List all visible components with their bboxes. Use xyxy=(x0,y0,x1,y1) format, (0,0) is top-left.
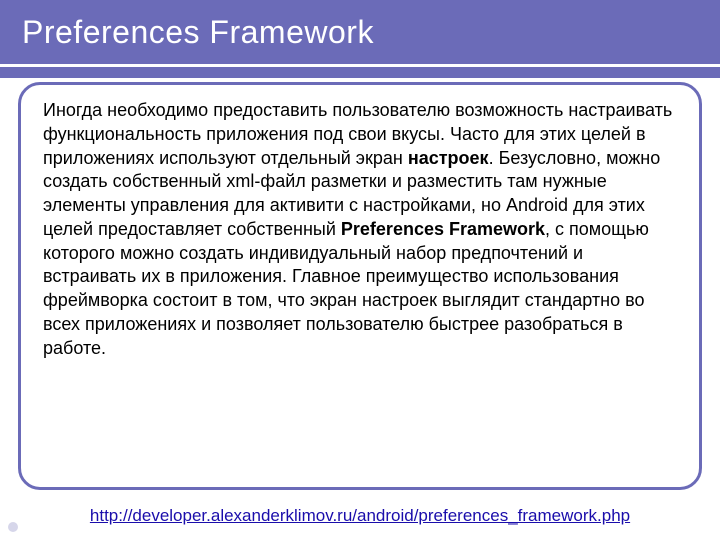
header-rule xyxy=(0,64,720,67)
corner-dot-icon xyxy=(8,522,18,532)
content-box: Иногда необходимо предоставить пользоват… xyxy=(18,82,702,490)
body-paragraph: Иногда необходимо предоставить пользоват… xyxy=(43,99,677,360)
footer-link-wrap: http://developer.alexanderklimov.ru/andr… xyxy=(0,506,720,526)
body-bold-1: настроек xyxy=(408,148,489,168)
body-bold-2: Preferences Framework xyxy=(341,219,545,239)
source-link[interactable]: http://developer.alexanderklimov.ru/andr… xyxy=(90,506,630,525)
slide-header: Preferences Framework xyxy=(0,0,720,78)
body-text-3: , с помощью которого можно создать индив… xyxy=(43,219,649,358)
slide-title: Preferences Framework xyxy=(22,14,698,51)
